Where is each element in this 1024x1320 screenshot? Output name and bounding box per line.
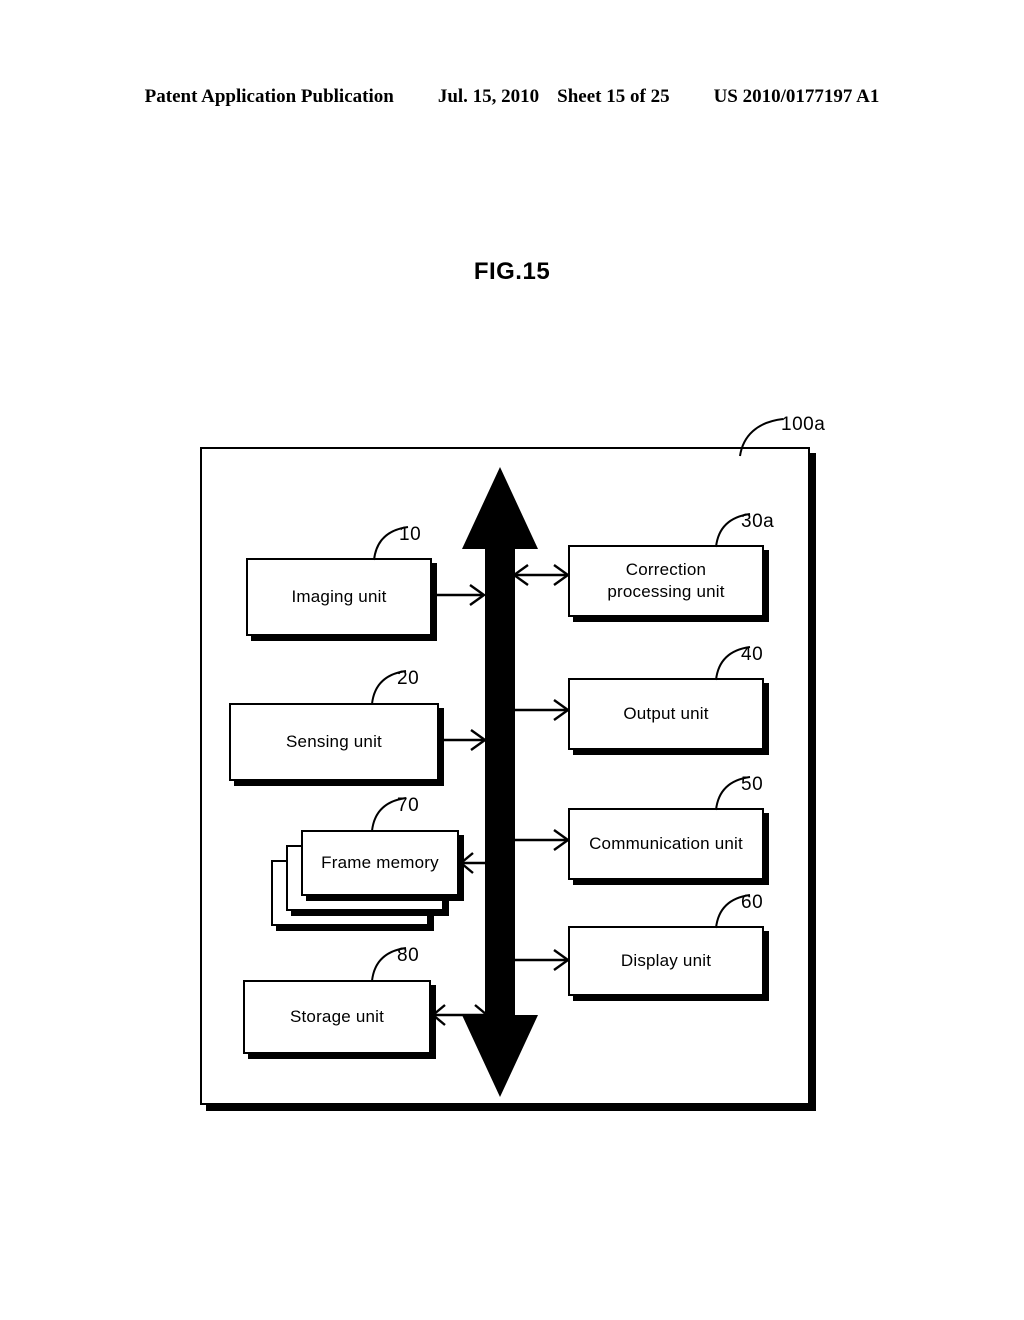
connector-bus-to-correction-processing-unit [512, 564, 570, 586]
sensing-unit-ref-label-20: 20 [397, 668, 420, 689]
block-frame-memory: Frame memory [301, 830, 459, 896]
block-frame-memory-label: Frame memory [321, 852, 439, 872]
block-communication-unit-label: Communication unit [589, 833, 743, 853]
block-display-unit: Display unit [568, 926, 764, 996]
connector-bus-to-output-unit [512, 699, 571, 721]
communication-unit-ref-label-50: 50 [741, 774, 764, 795]
connector-bus-to-communication-unit [512, 829, 571, 851]
block-correction-processing-unit: Correction processing unit [568, 545, 764, 617]
connector-storage-unit-to-bus [431, 1004, 489, 1026]
block-sensing-unit-label: Sensing unit [286, 731, 382, 751]
block-correction-processing-unit-label-line1: Correction [625, 559, 707, 579]
imaging-unit-ref-label-10: 10 [399, 524, 422, 545]
block-imaging-unit-label: Imaging unit [291, 586, 387, 606]
connector-bus-to-display-unit [512, 949, 571, 971]
correction-processing-unit-ref-label-30a: 30a [741, 511, 775, 532]
block-communication-unit: Communication unit [568, 808, 764, 880]
storage-unit-ref-label-80: 80 [397, 945, 420, 966]
connector-imaging-unit-to-bus [432, 584, 487, 606]
block-imaging-unit: Imaging unit [246, 558, 432, 636]
system-ref-label-100a: 100a [781, 414, 826, 435]
block-output-unit: Output unit [568, 678, 764, 750]
connector-sensing-unit-to-bus [439, 729, 488, 751]
block-storage-unit: Storage unit [243, 980, 431, 1054]
display-unit-ref-label-60: 60 [741, 892, 764, 913]
block-correction-processing-unit-label-line2: processing unit [607, 582, 725, 601]
block-storage-unit-label: Storage unit [289, 1006, 385, 1026]
block-display-unit-label: Display unit [620, 950, 712, 970]
output-unit-ref-label-40: 40 [741, 644, 764, 665]
frame-memory-ref-label-70: 70 [397, 795, 420, 816]
connector-frame-memory-to-bus [459, 852, 501, 874]
figure-block-diagram: 100a Imaging unit 10 Sensing unit 20 Fra… [0, 0, 1024, 1320]
block-output-unit-label: Output unit [623, 703, 709, 723]
block-sensing-unit: Sensing unit [229, 703, 439, 781]
